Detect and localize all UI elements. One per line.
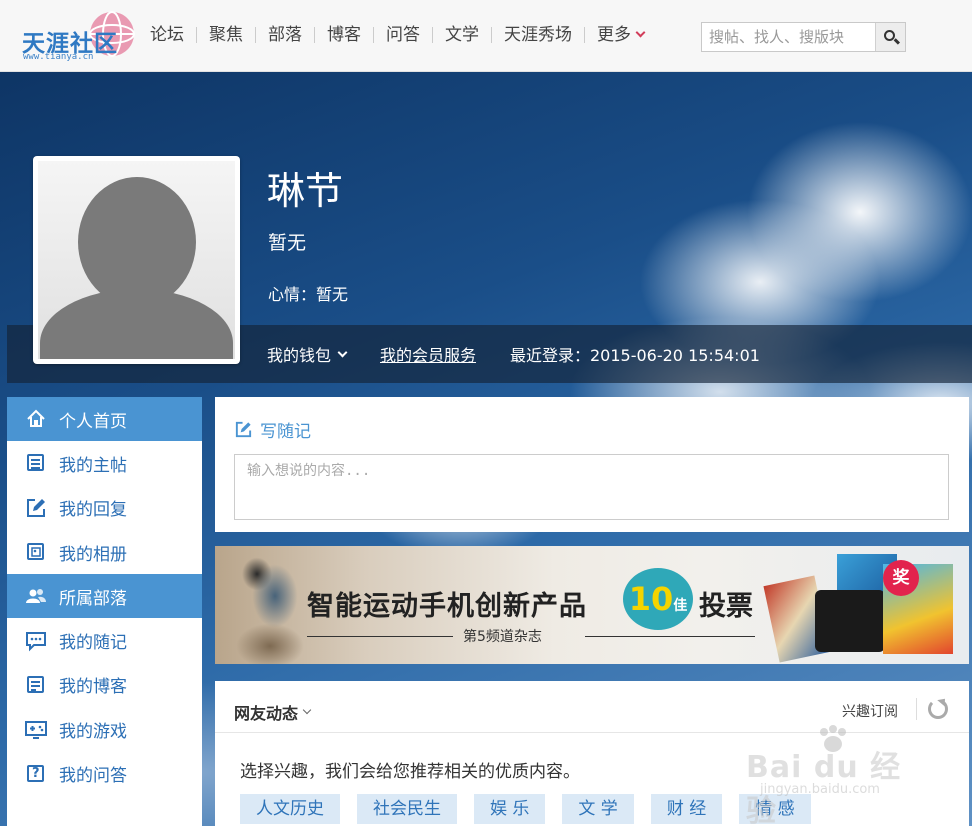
banner-badge: 10佳: [623, 568, 693, 630]
write-note-label: 写随记: [260, 422, 311, 442]
profile-name: 琳节: [267, 169, 344, 213]
nav-more-label: 更多: [597, 25, 631, 45]
interest-subscribe-link[interactable]: 兴趣订阅: [842, 701, 898, 721]
top-nav-bar: 天涯社区 www.tianya.cn 论坛 聚焦 部落 博客 问答 文学 天涯秀…: [0, 0, 972, 72]
tag-society[interactable]: 社会民生: [357, 794, 457, 824]
tag-history[interactable]: 人文历史: [240, 794, 340, 824]
avatar[interactable]: [33, 156, 240, 364]
logo-url: www.tianya.cn: [23, 52, 94, 62]
nav-showroom[interactable]: 天涯秀场: [492, 22, 584, 48]
nav-tribe[interactable]: 部落: [256, 22, 314, 48]
photo-icon: [25, 541, 47, 563]
sidebar-item-label: 所属部落: [59, 588, 127, 609]
profile-signature: 暂无: [268, 232, 307, 254]
edit-icon: [234, 420, 253, 439]
blog-icon: [25, 674, 47, 696]
banner-products-image: 奖: [763, 550, 967, 663]
banner-vote: 投票: [699, 591, 753, 622]
write-note-card: 写随记: [215, 397, 969, 532]
nav-more[interactable]: 更多: [585, 22, 656, 48]
chevron-down-icon: [337, 347, 348, 357]
sidebar-item-label: 个人首页: [59, 411, 127, 432]
profile-mood: 心情：暂无: [268, 285, 349, 304]
sidebar-item-home[interactable]: 个人首页: [7, 397, 202, 442]
tag-finance[interactable]: 财 经: [650, 794, 723, 824]
nav-literature[interactable]: 文学: [433, 22, 491, 48]
banner-title: 智能运动手机创新产品: [307, 591, 587, 622]
chevron-down-icon: [302, 705, 312, 715]
sidebar-item-my-replies[interactable]: 我的回复: [7, 486, 202, 530]
banner-photo: [215, 546, 315, 664]
promo-banner[interactable]: 智能运动手机创新产品 10佳 投票 第5频道杂志 奖: [215, 546, 969, 664]
search-input[interactable]: [702, 23, 875, 51]
write-note-tab[interactable]: 写随记: [234, 417, 311, 442]
baidu-watermark: Bai du 经验 jingyan.baidu.com: [746, 724, 926, 826]
default-avatar-icon: [38, 161, 235, 359]
site-logo[interactable]: 天涯社区 www.tianya.cn: [18, 10, 136, 64]
sidebar-item-my-posts[interactable]: 我的主帖: [7, 441, 202, 485]
nav-qa[interactable]: 问答: [374, 22, 432, 48]
interest-tags: 人文历史 社会民生 娱 乐 文 学 财 经 情 感: [240, 794, 828, 824]
sidebar-item-label: 我的主帖: [59, 455, 127, 476]
sidebar-item-label: 我的随记: [59, 633, 127, 654]
sidebar-item-blog[interactable]: 我的博客: [7, 663, 202, 707]
tag-literature[interactable]: 文 学: [562, 794, 634, 824]
watermark-url: jingyan.baidu.com: [760, 782, 880, 797]
edit-icon: [25, 497, 47, 519]
main-nav: 论坛 聚焦 部落 博客 问答 文学 天涯秀场 更多: [150, 22, 656, 48]
sidebar-item-label: 我的游戏: [59, 721, 127, 742]
note-input[interactable]: [234, 454, 949, 520]
feed-title: 网友动态: [234, 704, 299, 723]
question-icon: ?: [25, 763, 47, 785]
wallet-label: 我的钱包: [267, 346, 332, 365]
feed-prompt: 选择兴趣，我们会给您推荐相关的优质内容。: [240, 762, 580, 782]
search-box: [701, 22, 906, 52]
sidebar-item-label: 我的相册: [59, 544, 127, 565]
nav-forum[interactable]: 论坛: [150, 22, 196, 48]
tag-entertainment[interactable]: 娱 乐: [474, 794, 546, 824]
sidebar-item-tribes[interactable]: 所属部落: [7, 574, 202, 619]
sidebar-item-label: 我的问答: [59, 766, 127, 787]
sidebar-item-qa[interactable]: ? 我的问答: [7, 751, 202, 795]
group-icon: [25, 585, 47, 607]
feed-title-dropdown[interactable]: 网友动态: [234, 700, 312, 724]
search-button[interactable]: [875, 23, 905, 51]
game-icon: [25, 718, 47, 740]
sidebar-item-games[interactable]: 我的游戏: [7, 707, 202, 751]
document-icon: [25, 452, 47, 474]
home-icon: [25, 408, 47, 430]
banner-subtitle: 第5频道杂志: [463, 629, 542, 645]
wallet-dropdown[interactable]: 我的钱包: [267, 342, 348, 366]
chat-icon: [25, 630, 47, 652]
sidebar: 个人首页 我的主帖 我的回复 我的相册 所属部落 我的随记 我的博客 我的游戏 …: [7, 397, 202, 826]
chevron-down-icon: [635, 27, 646, 38]
prize-badge: 奖: [883, 560, 919, 596]
nav-blog[interactable]: 博客: [315, 22, 373, 48]
sidebar-item-my-album[interactable]: 我的相册: [7, 530, 202, 574]
last-login-time: 最近登录：2015-06-20 15:54:01: [510, 346, 760, 365]
refresh-icon[interactable]: [928, 699, 948, 719]
vip-service-link[interactable]: 我的会员服务: [380, 342, 476, 366]
sidebar-item-label: 我的回复: [59, 500, 127, 521]
nav-focus[interactable]: 聚焦: [197, 22, 255, 48]
sidebar-item-label: 我的博客: [59, 677, 127, 698]
sidebar-item-notes[interactable]: 我的随记: [7, 618, 202, 662]
